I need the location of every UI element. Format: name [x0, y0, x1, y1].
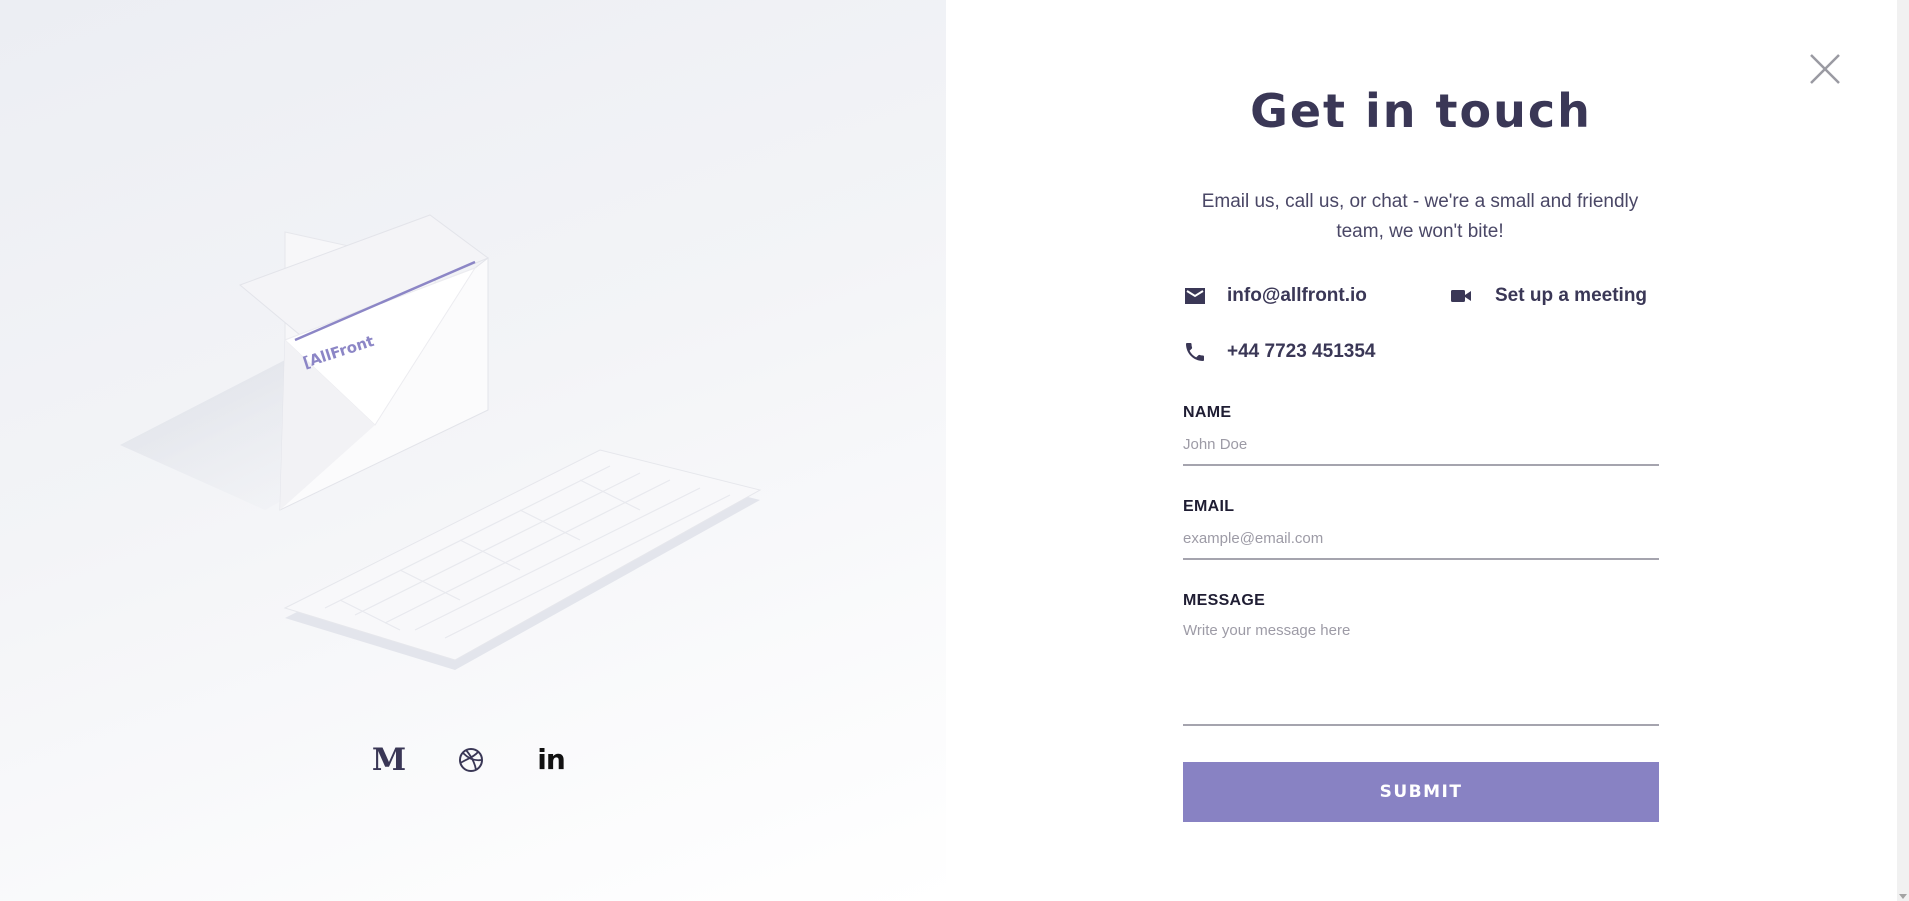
email-contact-label: info@allfront.io [1227, 285, 1367, 306]
video-camera-icon [1451, 290, 1471, 302]
email-contact-link[interactable]: info@allfront.io [1183, 284, 1367, 308]
name-field-group: NAME [1183, 404, 1659, 466]
scroll-down-icon[interactable] [1899, 894, 1907, 899]
medium-link[interactable]: M [371, 742, 407, 778]
phone-contact-label: +44 7723 451354 [1227, 341, 1376, 362]
dribbble-link[interactable] [453, 742, 489, 778]
phone-icon [1186, 343, 1204, 361]
mail-icon [1185, 288, 1205, 304]
contact-panel: Get in touch Email us, call us, or chat … [946, 0, 1909, 901]
submit-button[interactable]: SUBMIT [1183, 762, 1659, 822]
name-input[interactable] [1183, 428, 1659, 466]
medium-icon: M [371, 741, 407, 778]
phone-contact-link[interactable]: +44 7723 451354 [1183, 340, 1375, 364]
envelope-keyboard-illustration: [AllFront [120, 214, 762, 670]
dribbble-icon [459, 748, 483, 772]
message-textarea[interactable] [1183, 622, 1659, 726]
email-input[interactable] [1183, 522, 1659, 560]
page-title: Get in touch [1250, 84, 1592, 138]
illustration-panel: [AllFront M in [0, 0, 946, 901]
social-links: M in [0, 742, 946, 778]
meeting-link[interactable]: Set up a meeting [1449, 284, 1647, 308]
linkedin-icon: in [537, 743, 566, 776]
linkedin-link[interactable]: in [533, 742, 569, 778]
message-label: MESSAGE [1183, 592, 1266, 609]
page-scrollbar[interactable] [1897, 0, 1909, 901]
meeting-label: Set up a meeting [1495, 285, 1648, 306]
email-field-group: EMAIL [1183, 498, 1659, 560]
close-button[interactable] [1808, 52, 1842, 86]
close-icon [1810, 54, 1840, 84]
page-subtitle: Email us, call us, or chat - we're a sma… [1201, 191, 1639, 242]
name-label: NAME [1183, 404, 1232, 421]
message-field-group: MESSAGE [1183, 592, 1659, 726]
email-label: EMAIL [1183, 498, 1235, 515]
